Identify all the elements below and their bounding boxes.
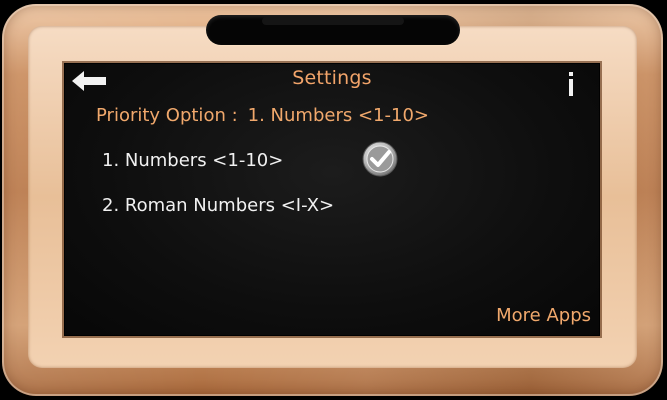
priority-label: Priority Option :	[96, 105, 238, 126]
checkmark-icon	[362, 141, 398, 177]
settings-screen: Settings Priority Option : 1. Numbers <1-…	[64, 63, 600, 336]
priority-option: Priority Option : 1. Numbers <1-10>	[96, 105, 429, 126]
info-button[interactable]	[564, 70, 578, 98]
priority-value: 1. Numbers <1-10>	[247, 105, 429, 126]
option-numbers[interactable]: 1. Numbers <1-10>	[102, 150, 283, 171]
top-notch-highlight	[262, 17, 404, 25]
info-icon	[569, 72, 573, 96]
selected-check-button[interactable]	[361, 140, 399, 178]
more-apps-link[interactable]: More Apps	[496, 305, 591, 326]
page-title: Settings	[292, 67, 372, 89]
option-roman-numbers[interactable]: 2. Roman Numbers <I-X>	[102, 195, 334, 216]
